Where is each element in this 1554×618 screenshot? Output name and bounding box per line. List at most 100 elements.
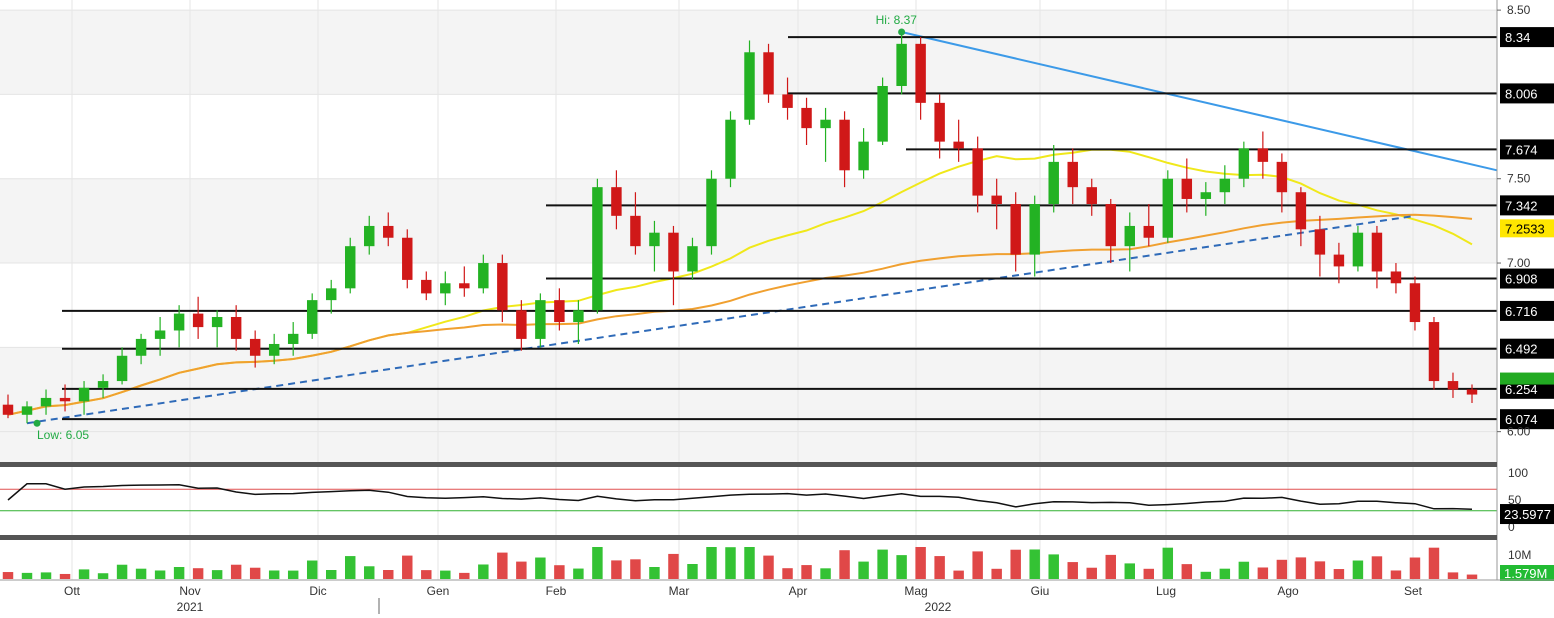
level-label: 6.908 [1505,272,1538,287]
volume-bar [21,572,33,579]
volume-bar [1371,556,1383,579]
candle-body [249,338,261,356]
price-tick-label: 7.50 [1507,172,1531,186]
candle-body [78,387,90,402]
candle-body [230,316,242,339]
panel-separator [0,535,1497,540]
volume-bar [915,547,926,579]
candle-body [592,187,603,311]
candle-body [306,300,318,334]
panel-separator [0,462,1497,467]
candle-body [1181,178,1193,199]
month-label: Nov [179,584,200,598]
volume-bar [896,555,907,579]
candle-body [1466,389,1478,395]
candle-body [21,406,33,415]
volume-bar [116,564,128,579]
year-label: 2021 [177,600,204,614]
candle-body [1048,161,1059,205]
volume-bar [383,570,394,579]
month-label: Mag [904,584,927,598]
month-label: Ott [64,584,81,598]
candle-body [706,178,717,247]
volume-tick-label: 10M [1508,548,1531,562]
high-label: Hi: 8.37 [876,13,918,27]
candle [402,229,413,289]
candle-body [421,279,432,294]
volume-bar [154,570,166,579]
candle-body [1105,204,1116,247]
volume-bar [459,572,470,579]
level-label: 7.342 [1505,198,1538,213]
volume-bar [1029,549,1040,579]
volume-bar [1314,561,1326,579]
volume-bar [306,560,318,579]
volume-bar [744,547,755,579]
candle-body [497,263,508,311]
month-label: Gen [427,584,450,598]
candle-body [1029,204,1040,255]
volume-bar [230,564,242,579]
candle-body [1352,232,1364,267]
candle-body [1010,204,1021,255]
candle-body [1314,229,1326,255]
candle-body [135,338,147,356]
volume-bar [421,570,432,579]
candle [306,293,318,339]
volume-bar [1010,549,1021,579]
ma-label: 7.2533 [1505,221,1545,236]
volume-bar [192,568,204,579]
volume-bar [345,556,356,579]
volume-bar [97,573,109,579]
volume-bar [1067,562,1078,579]
volume-bar [325,570,337,579]
volume-bar [535,557,546,579]
volume-bar [687,564,698,579]
candle-body [97,381,109,388]
level-label: 6.492 [1505,342,1538,357]
candle-body [402,237,413,280]
candle-body [440,283,451,294]
volume-bar [1143,568,1155,579]
level-label: 7.674 [1505,142,1538,157]
volume-bar [554,565,565,579]
volume-bar [440,570,451,579]
candle-body [345,246,356,289]
chart-root: 8.34 8.006 7.674 7.342 6.908 6.716 6.492 6.254 6… [0,0,1554,618]
volume-bar [478,564,489,579]
candle-body [383,225,394,238]
candle-body [611,187,622,216]
volume-bar [725,547,736,579]
candle-body [1333,254,1345,267]
candle-body [364,225,375,247]
volume-bar [211,570,223,579]
volume-bar [820,568,831,579]
volume-bar [1181,564,1193,579]
candle-body [1409,283,1421,323]
rsi-tick-label: 100 [1508,466,1528,480]
candle-body [1428,322,1440,382]
volume-bar [40,572,52,579]
volume-bar [953,570,964,579]
candle [725,111,736,188]
volume-bar [287,570,299,579]
candle-body [40,397,52,407]
candle-body [1200,192,1212,199]
volume-bar [611,560,622,579]
candle [877,77,888,146]
candle-body [1067,161,1078,188]
candle-body [915,43,926,103]
candle [592,178,603,314]
candle-body [744,52,755,120]
candle-body [211,316,223,328]
candle-body [649,232,660,247]
volume-bar [1466,574,1478,579]
month-label: Apr [789,584,808,598]
candle-body [763,52,774,95]
candle-body [1086,187,1097,205]
volume-bar [801,565,812,579]
volume-bar [135,568,147,579]
volume-bar [1200,571,1212,579]
month-label: Ago [1277,584,1299,598]
candle-body [896,43,907,86]
